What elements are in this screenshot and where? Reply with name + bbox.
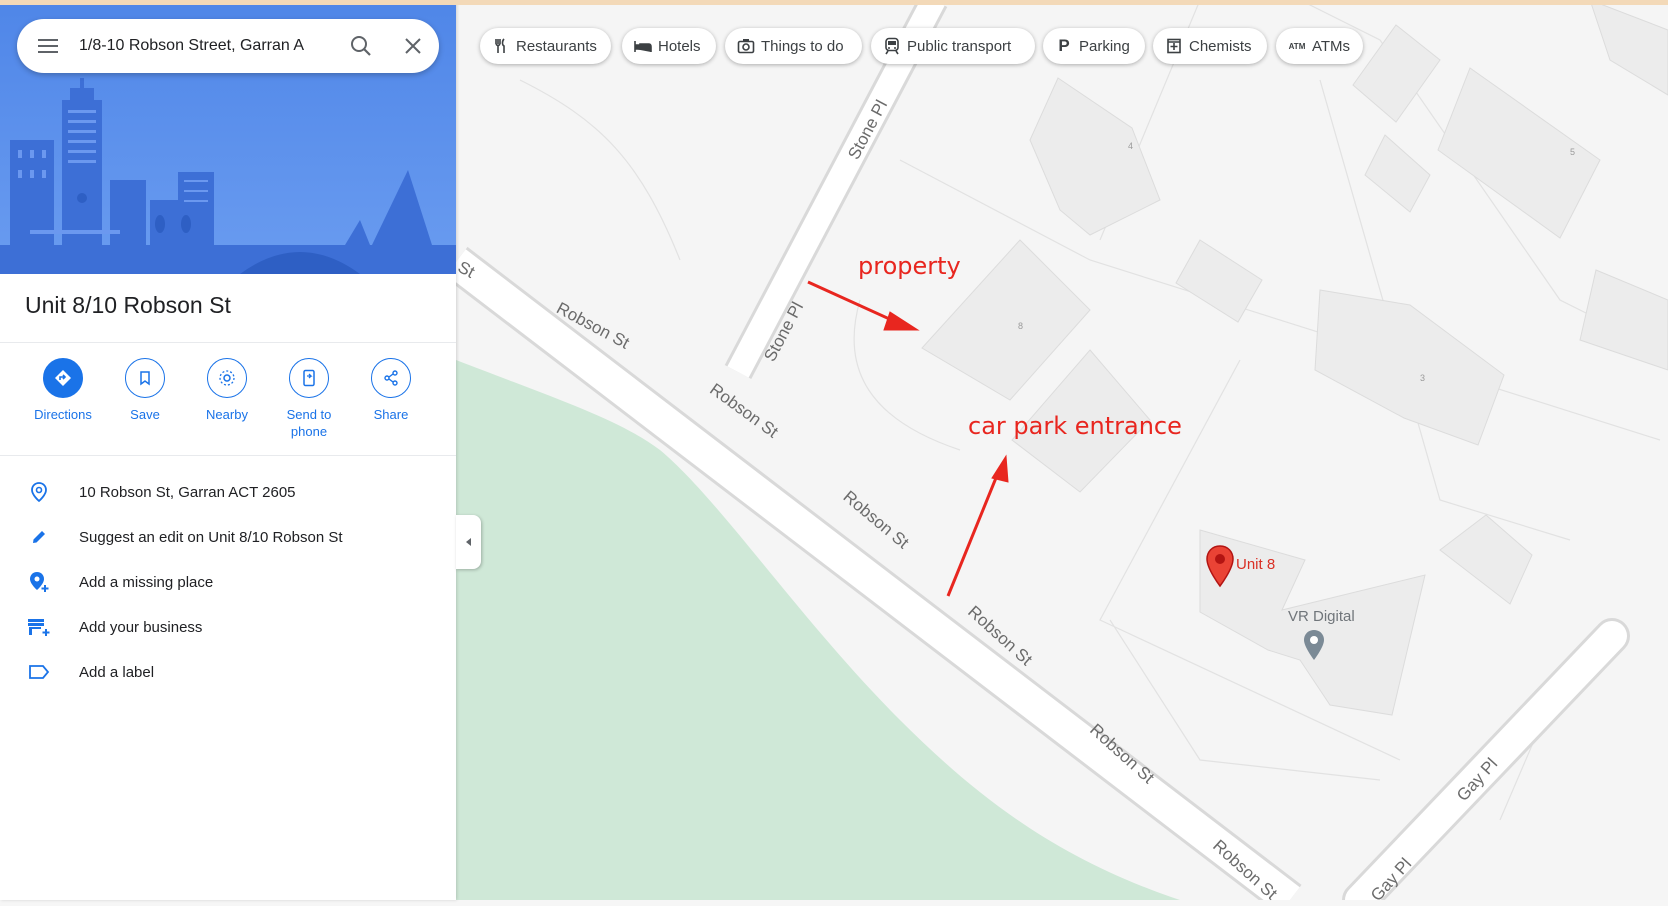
directions-icon xyxy=(43,358,83,398)
action-label: Nearby xyxy=(206,407,248,422)
add-place-icon xyxy=(26,569,52,595)
share-button[interactable]: Share xyxy=(350,358,432,423)
search-button[interactable] xyxy=(335,19,387,73)
chevron-left-icon xyxy=(465,538,471,546)
address-text: 10 Robson St, Garran ACT 2605 xyxy=(79,483,296,501)
action-label: Directions xyxy=(34,407,92,422)
pencil-icon xyxy=(26,524,52,550)
camera-icon xyxy=(736,36,756,56)
chip-chemists[interactable]: Chemists xyxy=(1153,28,1267,64)
building-number: 3 xyxy=(1420,373,1426,383)
chip-label: Parking xyxy=(1079,37,1130,55)
add-business-row[interactable]: Add your business xyxy=(0,607,456,647)
vr-digital-label: VR Digital xyxy=(1288,608,1355,625)
tram-icon xyxy=(882,36,902,56)
annotation-property: property xyxy=(858,252,961,280)
vr-digital-pin[interactable] xyxy=(1302,628,1326,662)
place-title: Unit 8/10 Robson St xyxy=(25,292,231,318)
action-buttons: Directions Save Nearby Send to phone Sha… xyxy=(22,358,442,448)
action-label: Save xyxy=(130,407,160,422)
close-icon xyxy=(405,38,421,54)
add-label-row[interactable]: Add a label xyxy=(0,652,456,692)
location-pin-icon xyxy=(26,479,52,505)
chip-hotels[interactable]: Hotels xyxy=(622,28,716,64)
fork-knife-icon xyxy=(491,36,511,56)
chip-label: Restaurants xyxy=(516,37,597,55)
add-missing-place-text: Add a missing place xyxy=(79,573,214,591)
action-label: Share xyxy=(373,407,409,422)
nearby-icon xyxy=(207,358,247,398)
unit-pin[interactable] xyxy=(1204,544,1236,588)
bookmark-icon xyxy=(125,358,165,398)
chip-parking[interactable]: P Parking xyxy=(1043,28,1145,64)
chip-label: Public transport xyxy=(907,37,1012,55)
annotation-car-park-entrance: car park entrance xyxy=(968,412,1182,440)
top-strip xyxy=(0,0,1668,5)
chip-atms[interactable]: ATM ATMs xyxy=(1276,28,1363,64)
label-icon xyxy=(26,659,52,685)
search-box[interactable]: 1/8-10 Robson Street, Garran A xyxy=(17,19,439,73)
chip-label: Chemists xyxy=(1189,37,1252,55)
chip-label: ATMs xyxy=(1312,37,1351,55)
divider xyxy=(0,342,456,343)
send-to-phone-icon xyxy=(289,358,329,398)
chip-label: Things to do xyxy=(761,37,844,55)
menu-button[interactable] xyxy=(17,19,79,73)
save-button[interactable]: Save xyxy=(104,358,186,423)
nearby-button[interactable]: Nearby xyxy=(186,358,268,423)
add-business-text: Add your business xyxy=(79,618,203,636)
building-number: 4 xyxy=(1128,141,1134,151)
suggest-edit-text: Suggest an edit on Unit 8/10 Robson St xyxy=(79,528,343,546)
chip-label: Hotels xyxy=(658,37,701,55)
hamburger-icon xyxy=(38,39,58,53)
building-number: 5 xyxy=(1570,147,1576,157)
suggest-edit-row[interactable]: Suggest an edit on Unit 8/10 Robson St xyxy=(0,517,456,557)
divider xyxy=(0,455,456,456)
atm-icon: ATM xyxy=(1288,41,1306,51)
share-icon xyxy=(371,358,411,398)
address-row[interactable]: 10 Robson St, Garran ACT 2605 xyxy=(0,472,456,512)
action-label: Send to phone xyxy=(286,407,332,439)
add-label-text: Add a label xyxy=(79,663,155,681)
send-to-phone-button[interactable]: Send to phone xyxy=(268,358,350,440)
place-panel: 1/8-10 Robson Street, Garran A Unit 8/10… xyxy=(0,0,456,900)
chip-restaurants[interactable]: Restaurants xyxy=(480,28,611,64)
search-input[interactable]: 1/8-10 Robson Street, Garran A xyxy=(79,37,335,55)
pharmacy-icon xyxy=(1164,36,1184,56)
chip-public-transport[interactable]: Public transport xyxy=(871,28,1035,64)
clear-search-button[interactable] xyxy=(387,19,439,73)
hero-illustration: 1/8-10 Robson Street, Garran A xyxy=(0,0,456,274)
gray-pin-icon xyxy=(1304,630,1324,660)
unit-pin-label: Unit 8 xyxy=(1236,556,1276,573)
add-business-icon xyxy=(26,614,52,640)
red-pin-icon xyxy=(1206,545,1234,588)
collapse-panel-button[interactable] xyxy=(456,515,481,569)
bed-icon xyxy=(633,36,653,56)
add-missing-place-row[interactable]: Add a missing place xyxy=(0,562,456,602)
search-icon xyxy=(351,36,371,56)
parking-icon: P xyxy=(1058,36,1070,55)
building-number: 8 xyxy=(1018,321,1024,331)
chip-things-to-do[interactable]: Things to do xyxy=(725,28,862,64)
directions-button[interactable]: Directions xyxy=(22,358,104,423)
